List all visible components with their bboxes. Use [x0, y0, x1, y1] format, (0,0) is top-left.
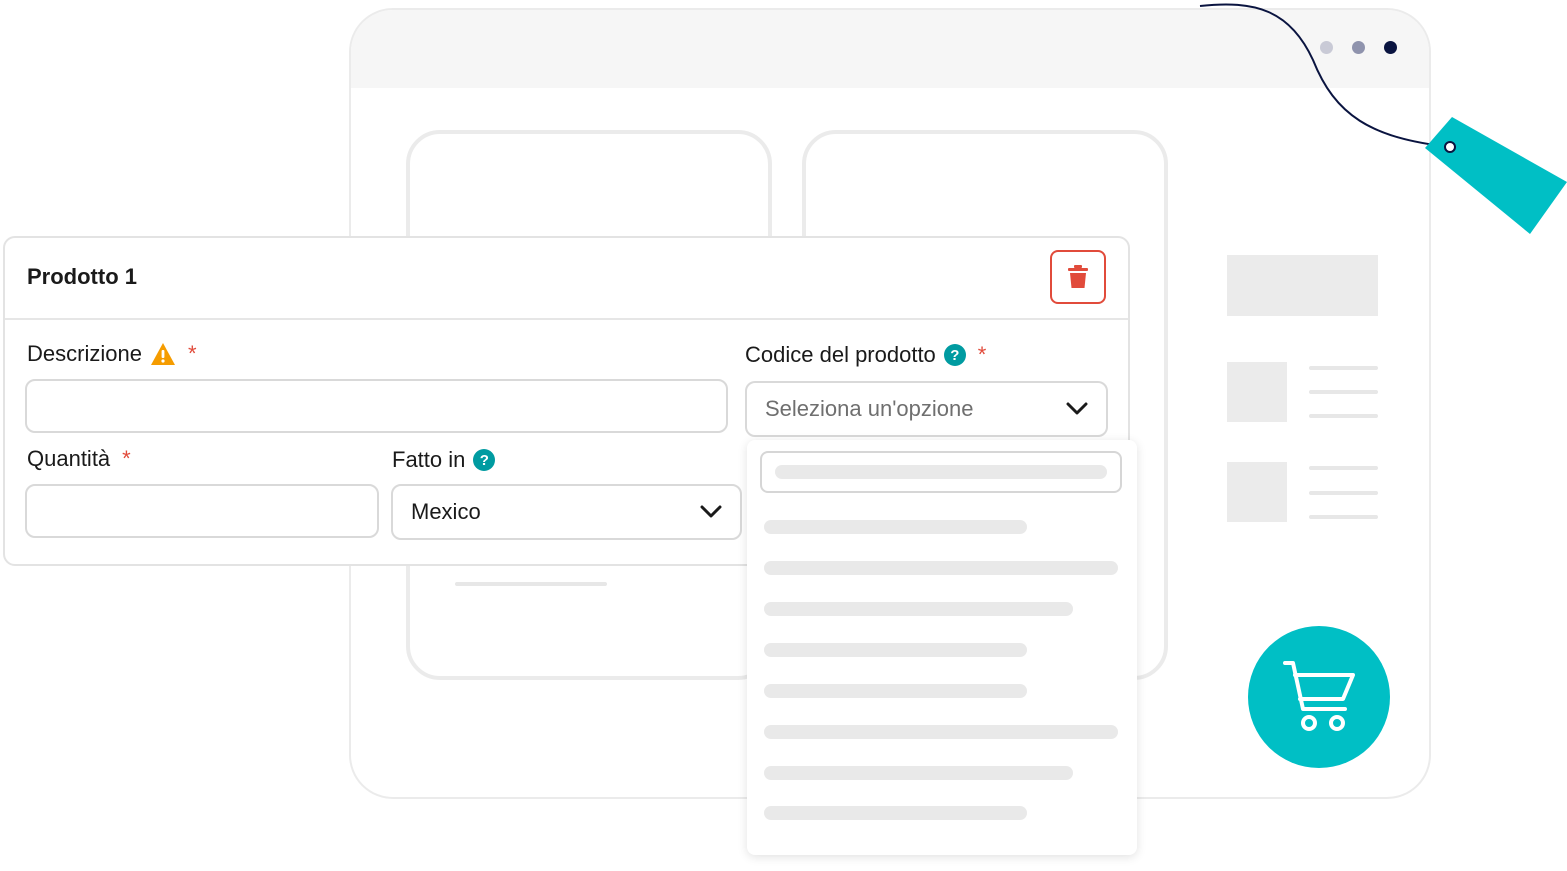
codice-select[interactable]: Seleziona un'opzione [745, 381, 1108, 437]
fatto-in-selected-value: Mexico [411, 499, 481, 524]
dropdown-option[interactable] [764, 643, 1027, 657]
dropdown-option[interactable] [764, 725, 1118, 739]
dropdown-option[interactable] [764, 520, 1027, 534]
product-card-header: Prodotto 1 [5, 238, 1128, 320]
descrizione-label-text: Descrizione [27, 341, 142, 366]
descrizione-label: Descrizione * [27, 341, 197, 367]
placeholder-line [1309, 491, 1378, 495]
quantita-label: Quantità * [27, 446, 131, 472]
fatto-in-select[interactable]: Mexico [391, 484, 742, 540]
required-asterisk: * [977, 342, 987, 367]
placeholder-line [455, 582, 607, 586]
dropdown-option[interactable] [764, 806, 1027, 820]
quantita-input[interactable] [25, 484, 379, 538]
dropdown-option[interactable] [764, 561, 1118, 575]
required-asterisk: * [187, 341, 197, 366]
descrizione-input[interactable] [25, 379, 728, 433]
delete-product-button[interactable] [1050, 250, 1106, 304]
dropdown-search-input[interactable] [760, 451, 1122, 493]
placeholder-line [1309, 414, 1378, 418]
question-icon[interactable]: ? [943, 344, 966, 366]
trash-icon [1068, 265, 1088, 288]
placeholder-thumbnail [1227, 362, 1287, 422]
dropdown-option[interactable] [764, 766, 1073, 780]
placeholder-line [1309, 390, 1378, 394]
product-title: Prodotto 1 [27, 264, 137, 289]
codice-dropdown-panel [747, 440, 1137, 855]
placeholder-line [1309, 466, 1378, 470]
codice-select-placeholder: Seleziona un'opzione [765, 396, 974, 421]
placeholder-thumbnail [1227, 462, 1287, 522]
illustration-stage: Prodotto 1 Descrizione * Codice del prod… [0, 0, 1567, 871]
price-tag-icon [1199, 3, 1567, 234]
fatto-in-label-text: Fatto in [392, 447, 466, 472]
fatto-in-label: Fatto in ? [392, 447, 496, 473]
placeholder-line [1309, 366, 1378, 370]
quantita-label-text: Quantità [27, 446, 111, 471]
codice-label-text: Codice del prodotto [745, 342, 936, 367]
cart-button[interactable] [1248, 626, 1390, 768]
cart-icon [1283, 661, 1355, 731]
placeholder-line [775, 465, 1107, 479]
dropdown-option[interactable] [764, 684, 1027, 698]
required-asterisk: * [122, 446, 131, 471]
dropdown-option[interactable] [764, 602, 1073, 616]
codice-label: Codice del prodotto ? * [745, 342, 986, 368]
warning-icon [150, 343, 175, 365]
placeholder-block [1227, 255, 1378, 316]
question-icon[interactable]: ? [473, 449, 496, 471]
placeholder-line [1309, 515, 1378, 519]
chevron-down-icon [700, 505, 722, 518]
chevron-down-icon [1066, 402, 1088, 415]
